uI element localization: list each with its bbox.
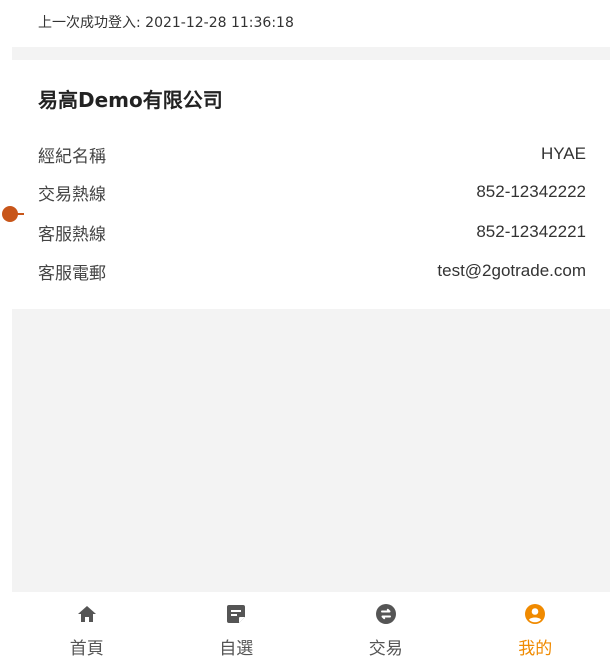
info-value[interactable]: 852-12342221 [476,222,586,242]
last-login-text: 上一次成功登入: 2021-12-28 11:36:18 [38,15,294,31]
info-value: HYAE [540,144,586,163]
tab-label: 自選 [219,639,254,659]
watchlist-icon [227,605,246,623]
info-label: 交易熱線 [38,184,106,205]
info-value[interactable]: 852-12342222 [476,182,586,202]
last-login-bar: 上一次成功登入: 2021-12-28 11:36:18 [12,0,610,47]
info-row-service-email[interactable]: 客服電郵 test@2gotrade.com [38,259,586,284]
app-screen: 上一次成功登入: 2021-12-28 11:36:18 易高Demo有限公司 … [12,0,610,661]
info-row-broker-name: 經紀名稱 HYAE [38,142,586,167]
tab-label: 首頁 [69,639,104,659]
tab-watchlist[interactable]: 自選 [162,592,312,661]
info-value[interactable]: test@2gotrade.com [437,261,586,281]
trade-icon [375,604,396,624]
bottom-tab-bar: 首頁 自選 交易 我的 [12,592,610,661]
side-marker-dot [2,206,18,222]
company-info-card: 易高Demo有限公司 經紀名稱 HYAE 交易熱線 852-12342222 客… [12,60,610,309]
tab-label: 我的 [518,639,553,659]
tab-label: 交易 [368,639,403,659]
company-name: 易高Demo有限公司 [38,88,223,112]
info-row-trading-hotline[interactable]: 交易熱線 852-12342222 [38,180,586,205]
profile-icon [525,604,546,624]
info-label: 客服熱線 [38,224,106,245]
info-label: 經紀名稱 [38,146,106,167]
home-icon [77,606,96,622]
tab-home[interactable]: 首頁 [12,592,162,661]
tab-profile[interactable]: 我的 [461,592,611,661]
info-row-service-hotline[interactable]: 客服熱線 852-12342221 [38,220,586,245]
info-label: 客服電郵 [38,263,106,284]
tab-trade[interactable]: 交易 [311,592,461,661]
